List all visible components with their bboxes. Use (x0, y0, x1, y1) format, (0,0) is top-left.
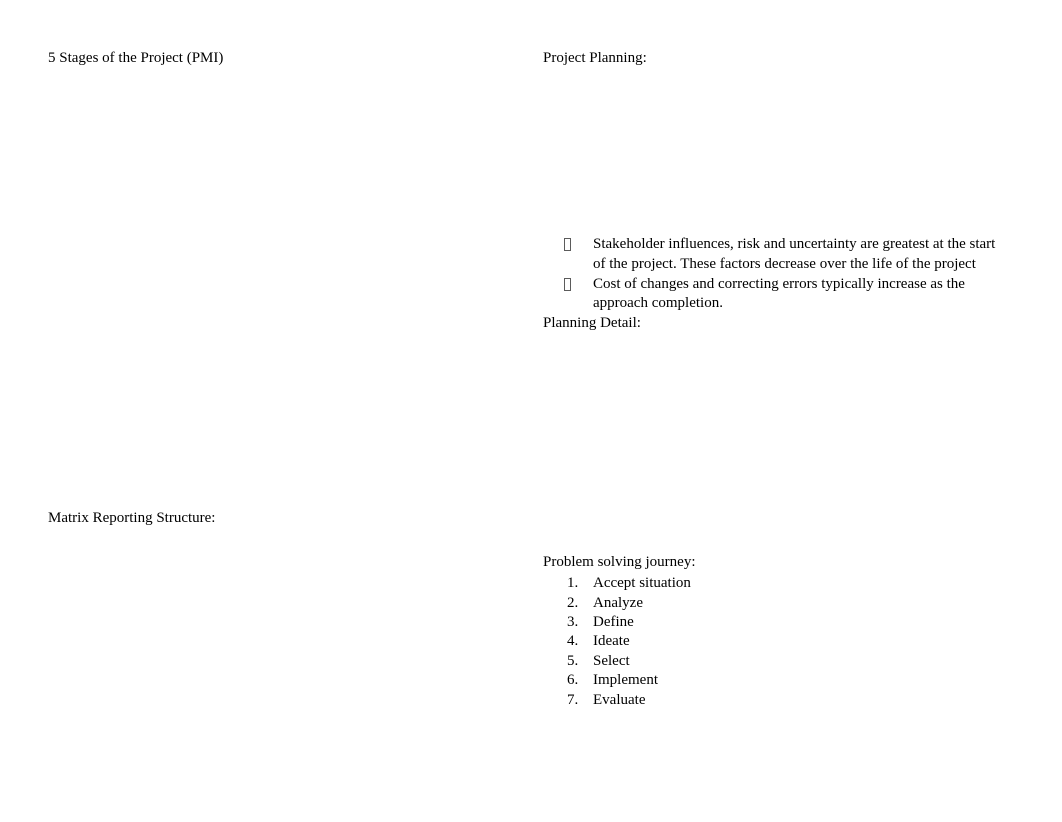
list-item: Stakeholder influences, risk and uncerta… (543, 235, 1008, 275)
list-item-label: Ideate (593, 633, 630, 650)
project-planning-image-placeholder (543, 68, 1008, 235)
list-item-number: 4. (567, 633, 579, 650)
list-item: 4. Ideate (543, 632, 1008, 651)
heading-five-stages: 5 Stages of the Project (PMI) (48, 50, 224, 66)
list-item-label: Accept situation (593, 575, 691, 592)
list-item: 3. Define (543, 613, 1008, 632)
list-item-label: Select (593, 652, 630, 669)
matrix-structure-diagram-placeholder (48, 528, 518, 808)
list-item-number: 1. (567, 575, 579, 592)
list-item: 7. Evaluate (543, 691, 1008, 710)
right-column: Project Planning: Stakeholder influences… (543, 0, 1008, 710)
missing-glyph-box-icon (564, 277, 571, 291)
heading-planning-detail: Planning Detail: (543, 315, 641, 332)
planning-detail-image-placeholder (543, 333, 1008, 553)
project-planning-bullet-list: Stakeholder influences, risk and uncerta… (543, 235, 1008, 314)
list-item: 6. Implement (543, 671, 1008, 690)
list-item-number: 5. (567, 652, 579, 669)
left-column: 5 Stages of the Project (PMI) Matrix Rep… (48, 0, 518, 808)
list-item-label: Analyze (593, 594, 643, 611)
list-item-label: Implement (593, 672, 658, 689)
list-item-number: 6. (567, 672, 579, 689)
heading-matrix-reporting-structure: Matrix Reporting Structure: (48, 510, 216, 526)
list-item-label: Define (593, 614, 634, 630)
problem-solving-steps-list: 1. Accept situation 2. Analyze 3. Define… (543, 574, 1008, 710)
list-item: Cost of changes and correcting errors ty… (543, 275, 1008, 315)
heading-project-planning: Project Planning: (543, 50, 647, 66)
list-item: 2. Analyze (543, 594, 1008, 613)
list-item-number: 3. (567, 614, 579, 630)
right-top-spacer (543, 0, 1008, 49)
list-item-label: Evaluate (593, 691, 646, 708)
list-item-number: 7. (567, 691, 579, 708)
missing-glyph-box-icon (564, 238, 571, 251)
left-top-spacer (48, 0, 518, 49)
bullet-text: Stakeholder influences, risk and uncerta… (593, 236, 996, 272)
list-item-number: 2. (567, 594, 579, 611)
five-stages-diagram-placeholder (48, 68, 518, 509)
document-page: 5 Stages of the Project (PMI) Matrix Rep… (0, 0, 1062, 822)
list-item: 5. Select (543, 652, 1008, 671)
list-item: 1. Accept situation (543, 574, 1008, 593)
bullet-text: Cost of changes and correcting errors ty… (593, 275, 965, 312)
heading-problem-solving-journey: Problem solving journey: (543, 554, 696, 571)
